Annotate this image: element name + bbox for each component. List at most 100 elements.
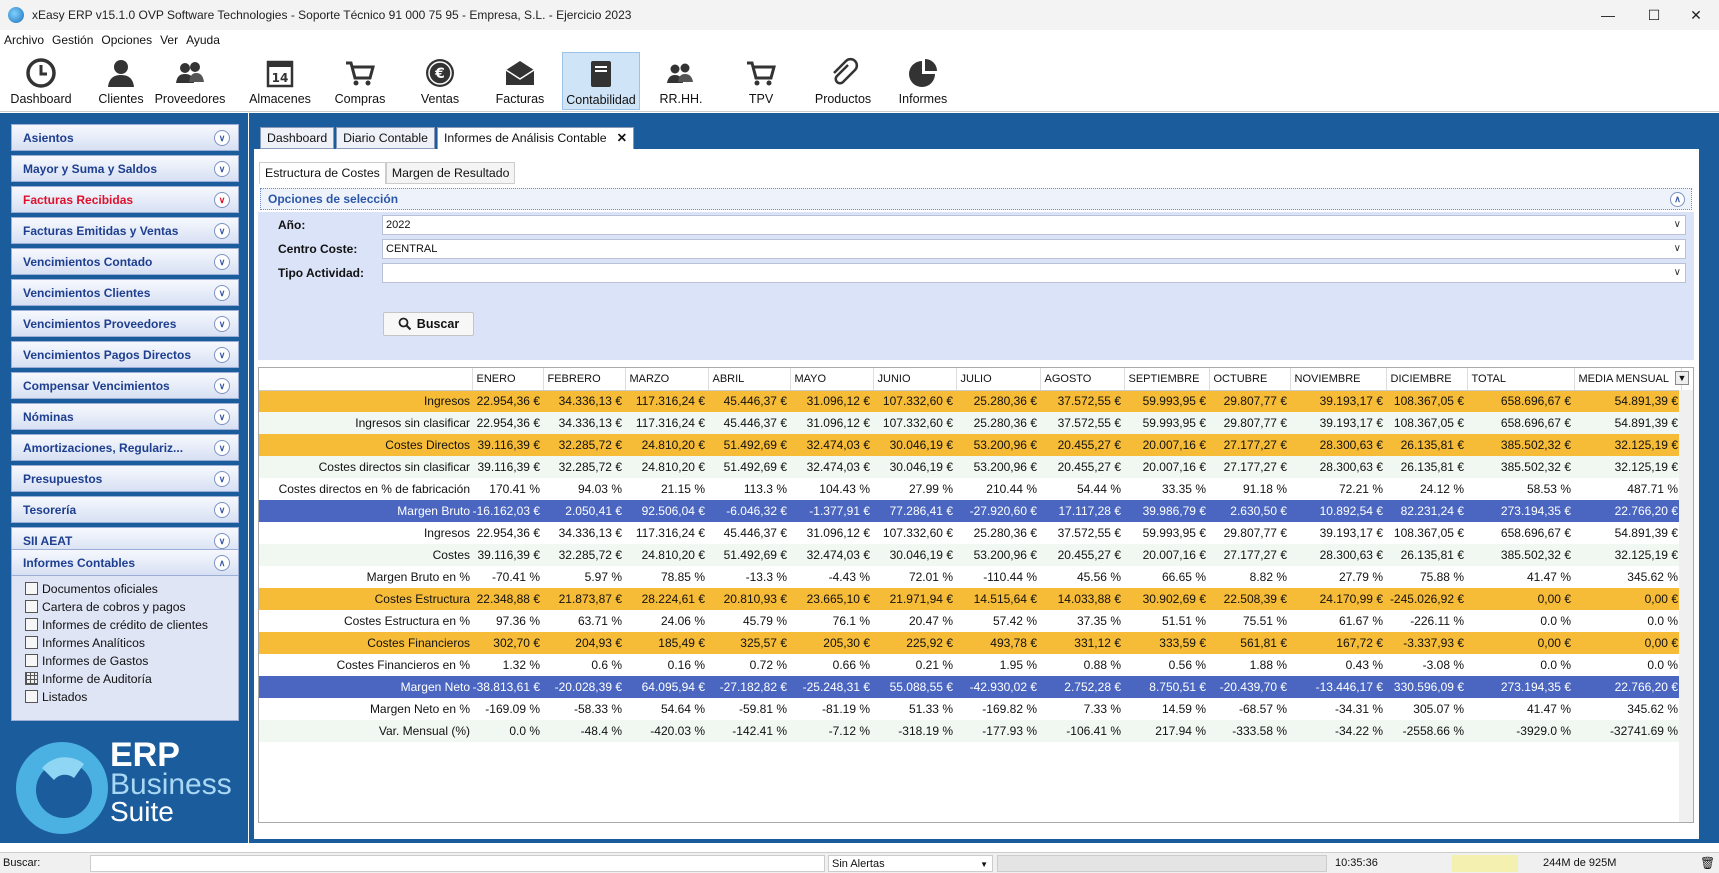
column-header[interactable]: OCTUBRE <box>1209 368 1291 391</box>
table-cell: 561,81 € <box>1209 632 1290 654</box>
toolbar-facturas-button[interactable]: Facturas <box>481 52 559 110</box>
options-header[interactable]: Opciones de selección ∧ <box>260 188 1692 210</box>
table-cell: 59.993,95 € <box>1124 412 1209 434</box>
tab-dashboard[interactable]: Dashboard <box>260 127 335 149</box>
close-window-button[interactable]: ✕ <box>1673 0 1719 30</box>
column-header[interactable]: JULIO <box>956 368 1041 391</box>
table-cell: 24.810,20 € <box>625 544 708 566</box>
chevron-up-icon[interactable]: ∧ <box>1670 192 1685 207</box>
column-header[interactable]: AGOSTO <box>1040 368 1125 391</box>
table-row[interactable]: Costes Directos 39.116,39 €32.285,72 €24.… <box>259 434 1681 456</box>
column-header[interactable]: ABRIL <box>708 368 791 391</box>
table-cell: 39.986,79 € <box>1124 500 1209 522</box>
table-cell: 24.810,20 € <box>625 456 708 478</box>
sidebar-item-facturas-recibidas[interactable]: Facturas Recibidas ∨ <box>11 186 239 213</box>
vertical-scrollbar[interactable] <box>1679 390 1693 822</box>
subtab-estructura-costes[interactable]: Estructura de Costes <box>259 162 386 184</box>
column-header[interactable]: MAYO <box>790 368 874 391</box>
submenu-cartera[interactable]: Cartera de cobros y pagos <box>25 598 186 615</box>
table-cell: 41.47 % <box>1467 698 1574 720</box>
subtab-margen-resultado[interactable]: Margen de Resultado <box>385 162 516 184</box>
toolbar-compras-button[interactable]: Compras <box>321 52 399 110</box>
table-cell: 20.455,27 € <box>1040 456 1124 478</box>
submenu-gastos[interactable]: Informes de Gastos <box>25 652 148 669</box>
sidebar-item-compensar[interactable]: Compensar Vencimientos ∨ <box>11 372 239 399</box>
sidebar-item-mayor[interactable]: Mayor y Suma y Saldos ∨ <box>11 155 239 182</box>
toolbar-tpv-button[interactable]: TPV <box>722 52 800 110</box>
toolbar-proveedores-button[interactable]: Proveedores <box>145 52 235 110</box>
sidebar-item-nominas[interactable]: Nóminas ∨ <box>11 403 239 430</box>
toolbar-informes-button[interactable]: Informes <box>881 52 965 110</box>
status-search-input[interactable] <box>90 855 825 872</box>
toolbar-contabilidad-button[interactable]: Contabilidad <box>562 52 640 110</box>
tab-informes-analisis[interactable]: Informes de Análisis Contable ✕ <box>436 127 634 149</box>
minimize-button[interactable]: — <box>1585 0 1631 30</box>
column-header[interactable]: ENERO <box>472 368 544 391</box>
column-header[interactable]: SEPTIEMBRE <box>1124 368 1210 391</box>
table-cell: 22.766,20 € <box>1574 676 1681 698</box>
table-row[interactable]: Costes Financieros 302,70 €204,93 €185,49… <box>259 632 1681 654</box>
table-row[interactable]: Costes 39.116,39 €32.285,72 €24.810,20 €5… <box>259 544 1681 566</box>
toolbar-dashboard-button[interactable]: Dashboard <box>2 52 80 110</box>
table-row[interactable]: Margen Bruto -16.162,03 €2.050,41 €92.506… <box>259 500 1681 522</box>
submenu-listados[interactable]: Listados <box>25 688 87 705</box>
toolbar-productos-button[interactable]: Productos <box>801 52 885 110</box>
tipo-actividad-select[interactable]: ∨ <box>382 263 1686 283</box>
sidebar-item-asientos[interactable]: Asientos ∨ <box>11 124 239 151</box>
column-header[interactable]: JUNIO <box>873 368 957 391</box>
column-header[interactable]: FEBRERO <box>543 368 626 391</box>
table-row[interactable]: Costes directos en % de fabricación 170.4… <box>259 478 1681 500</box>
sidebar-item-presupuestos[interactable]: Presupuestos ∨ <box>11 465 239 492</box>
close-tab-icon[interactable]: ✕ <box>617 131 627 145</box>
alerts-dropdown[interactable]: Sin Alertas ▼ <box>828 855 993 872</box>
table-row[interactable]: Costes Financieros en % 1.32 % 0.6 % 0.16 %… <box>259 654 1681 676</box>
column-header[interactable]: MARZO <box>625 368 709 391</box>
table-cell: 24.06 % <box>625 610 708 632</box>
toolbar-ventas-button[interactable]: € Ventas <box>401 52 479 110</box>
sidebar-item-amortizaciones[interactable]: Amortizaciones, Regulariz... ∨ <box>11 434 239 461</box>
table-row[interactable]: Ingresos sin clasificar 22.954,36 €34.336… <box>259 412 1681 434</box>
table-row[interactable]: Ingresos 22.954,36 €34.336,13 €117.316,24… <box>259 522 1681 544</box>
column-header[interactable]: MEDIA MENSUAL <box>1574 368 1682 391</box>
sidebar-item-facturas-emitidas[interactable]: Facturas Emitidas y Ventas ∨ <box>11 217 239 244</box>
sidebar-item-venc-pagos[interactable]: Vencimientos Pagos Directos ∨ <box>11 341 239 368</box>
table-row[interactable]: Costes directos sin clasificar 39.116,39 … <box>259 456 1681 478</box>
table-cell: 27.177,27 € <box>1209 456 1290 478</box>
table-row[interactable]: Costes Estructura en % 97.36 % 63.71 % 24.0… <box>259 610 1681 632</box>
submenu-credito-clientes[interactable]: Informes de crédito de clientes <box>25 616 208 633</box>
anio-select[interactable]: 2022 ∨ <box>382 215 1686 235</box>
submenu-auditoria[interactable]: Informe de Auditoría <box>25 670 152 687</box>
table-row[interactable]: Ingresos 22.954,36 €34.336,13 €117.316,24… <box>259 390 1681 412</box>
table-row[interactable]: Margen Neto en % -169.09 % -58.33 % 54.64 %… <box>259 698 1681 720</box>
submenu-analiticos[interactable]: Informes Analíticos <box>25 634 145 651</box>
sidebar-item-informes-contables[interactable]: Informes Contables ∧ <box>11 549 239 576</box>
centro-coste-select[interactable]: CENTRAL ∨ <box>382 239 1686 259</box>
sidebar-item-venc-contado[interactable]: Vencimientos Contado ∨ <box>11 248 239 275</box>
column-header[interactable]: DICIEMBRE <box>1386 368 1468 391</box>
column-options-icon[interactable]: ▼ <box>1675 371 1689 385</box>
menu-ayuda[interactable]: Ayuda <box>186 33 220 47</box>
tab-diario-contable[interactable]: Diario Contable <box>336 127 435 149</box>
table-row[interactable]: Costes Estructura 22.348,88 €21.873,87 €2… <box>259 588 1681 610</box>
column-header[interactable]: TOTAL <box>1467 368 1575 391</box>
table-cell: 34.336,13 € <box>543 522 625 544</box>
sidebar-item-venc-proveedores[interactable]: Vencimientos Proveedores ∨ <box>11 310 239 337</box>
grid-icon <box>25 672 38 685</box>
table-row[interactable]: Var. Mensual (%) 0.0 % -48.4 % -420.03 % -14… <box>259 720 1681 742</box>
table-cell: 45.446,37 € <box>708 522 790 544</box>
trash-icon[interactable]: 🗑 <box>1700 855 1715 872</box>
buscar-button[interactable]: Buscar <box>383 312 474 336</box>
sidebar-item-tesoreria[interactable]: Tesorería ∨ <box>11 496 239 523</box>
table-row[interactable]: Margen Neto -38.813,61 € -20.028,39 €64.09… <box>259 676 1681 698</box>
table-row[interactable]: Margen Bruto en % -70.41 % 5.97 % 78.85 % -1… <box>259 566 1681 588</box>
column-header[interactable]: NOVIEMBRE <box>1290 368 1387 391</box>
sidebar-item-venc-clientes[interactable]: Vencimientos Clientes ∨ <box>11 279 239 306</box>
menu-ver[interactable]: Ver <box>160 33 178 47</box>
toolbar-almacenes-button[interactable]: 14 Almacenes <box>241 52 319 110</box>
toolbar-rrhh-button[interactable]: RR.HH. <box>642 52 720 110</box>
menu-opciones[interactable]: Opciones <box>101 33 152 47</box>
submenu-documentos-oficiales[interactable]: Documentos oficiales <box>25 580 158 597</box>
menu-archivo[interactable]: Archivo <box>4 33 44 47</box>
maximize-button[interactable]: ☐ <box>1631 0 1677 30</box>
menu-gestion[interactable]: Gestión <box>52 33 93 47</box>
